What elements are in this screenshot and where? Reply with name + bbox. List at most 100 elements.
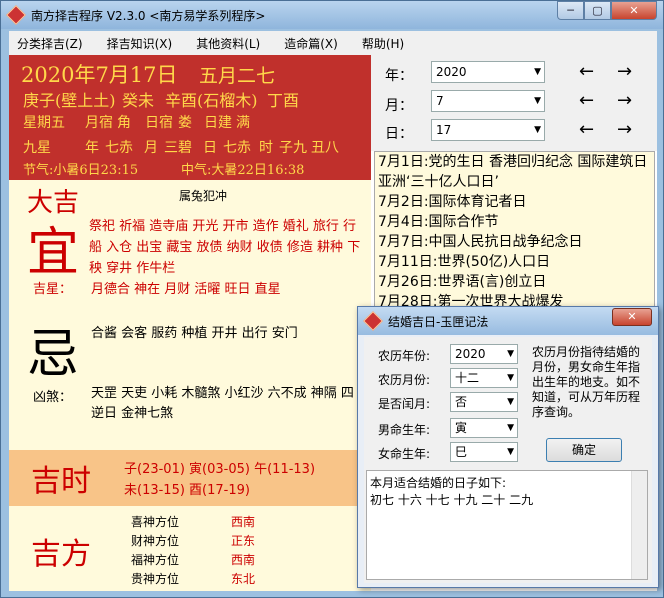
app-icon [6, 5, 26, 25]
year-prev-arrow[interactable]: ← [579, 61, 594, 82]
day-next-arrow[interactable]: → [617, 119, 632, 140]
ganzhi-year: 庚子(壁上土) [23, 91, 116, 110]
lunar-month-value: 十二 [455, 371, 480, 385]
minimize-button[interactable]: ─ [557, 1, 584, 20]
menu-category-select[interactable]: 分类择吉(Z) [9, 35, 91, 52]
male-birth-label: 男命生年: [378, 423, 431, 437]
fushen-label: 福神方位 [131, 553, 180, 567]
lunar-month-label: 农历月份: [378, 373, 431, 387]
solar-date: 2020年7月17日 [21, 63, 178, 87]
month-next-arrow[interactable]: → [617, 90, 632, 111]
list-item: 7月26日:世界语(言)创立日 [378, 274, 547, 290]
month-label: 月： [385, 98, 413, 114]
guishen-label: 贵神方位 [131, 572, 180, 586]
weekday: 星期五 [23, 115, 65, 131]
jieqi: 节气:小暑6日23:15 [23, 163, 139, 178]
chevron-down-icon: ▼ [507, 349, 514, 359]
nine-star-month-label: 月 [144, 140, 158, 156]
ganzhi-month: 癸未 [122, 91, 155, 110]
female-birth-select[interactable]: 巳 ▼ [450, 442, 518, 462]
chevron-down-icon: ▼ [507, 397, 514, 407]
ganzhi-hour: 丁酉 [267, 91, 300, 110]
maximize-button[interactable]: ▢ [584, 1, 611, 20]
yi-char: 宜 [27, 223, 80, 283]
zhongqi: 中气:大暑22日16:38 [181, 163, 305, 178]
jixing-list: 月德合 神在 月财 活曜 旺日 直星 [91, 282, 281, 297]
menu-knowledge[interactable]: 择吉知识(X) [99, 35, 181, 52]
fushen-dir: 西南 [231, 553, 256, 567]
nine-star-month: 三碧 [164, 140, 192, 156]
lunar-year-value: 2020 [455, 347, 486, 361]
title-bar: 南方择吉程序 V2.3.0 <南方易学系列程序> ─ ▢ ✕ [1, 1, 663, 29]
close-button[interactable]: ✕ [611, 1, 657, 20]
month-prev-arrow[interactable]: ← [579, 90, 594, 111]
nine-star-hour-1: 子九 [279, 140, 307, 156]
vertical-scrollbar[interactable] [631, 471, 647, 579]
caishen-label: 财神方位 [131, 534, 180, 548]
menu-bar: 分类择吉(Z) 择吉知识(X) 其他资料(L) 造命篇(X) 帮助(H) [9, 31, 657, 55]
month-select[interactable]: 7 ▼ [431, 90, 545, 112]
menu-other[interactable]: 其他资料(L) [188, 35, 268, 52]
marriage-dialog: 结婚吉日-玉匣记法 ✕ 农历年份: 2020 ▼ 农历月份: 十二 ▼ 是否闰月: … [357, 306, 659, 588]
chevron-down-icon: ▼ [534, 96, 541, 106]
lunar-date: 五月二七 [199, 65, 276, 87]
day-officer: 满 [236, 115, 250, 131]
nine-star-hour-label: 时 [259, 140, 273, 156]
xiongsha-label: 凶煞： [33, 390, 73, 405]
year-select[interactable]: 2020 ▼ [431, 61, 545, 83]
list-item: 亚洲‘三十亿人口日’ [378, 174, 499, 190]
leap-month-label: 是否闰月: [378, 397, 431, 411]
dialog-hint: 农历月份指待结婚的月份，男女命生年指出生年的地支。如不知道，可从万年历程序查询。 [532, 345, 641, 419]
result-line-2: 初七 十六 十七 十九 二十 二九 [370, 493, 534, 507]
chevron-down-icon: ▼ [507, 447, 514, 457]
dialog-close-button[interactable]: ✕ [612, 308, 652, 326]
month-mansion: 角 [117, 115, 131, 131]
nine-star-hour-2: 丑八 [311, 140, 339, 156]
ji-char: 忌 [27, 325, 80, 385]
day-label: 日： [385, 126, 413, 142]
ji-items: 合酱 会客 服药 种植 开井 出行 安门 [91, 326, 298, 341]
list-item: 7月2日:国际体育记者日 [378, 194, 527, 210]
window-title: 南方择吉程序 V2.3.0 <南方易学系列程序> [31, 8, 266, 23]
nine-star-day-label: 日 [203, 140, 217, 156]
ok-button[interactable]: 确定 [546, 438, 622, 462]
chevron-down-icon: ▼ [534, 125, 541, 135]
jifang-label: 吉方 [31, 537, 91, 572]
jishi-line2: 未(13-15) 酉(17-19) [124, 483, 250, 498]
month-mansion-label: 月宿 [85, 115, 113, 131]
list-item: 7月1日:党的生日 香港回归纪念 国际建筑日 [378, 154, 648, 170]
nine-star-year-label: 年 [85, 140, 99, 156]
day-select[interactable]: 17 ▼ [431, 119, 545, 141]
date-selector-panel: 年： 2020 ▼ ← → 月： 7 ▼ ← → 日： 17 ▼ ← → [371, 55, 657, 151]
lunar-month-select[interactable]: 十二 ▼ [450, 368, 518, 388]
year-next-arrow[interactable]: → [617, 61, 632, 82]
day-mansion-label: 日宿 [145, 115, 173, 131]
leap-month-select[interactable]: 否 ▼ [450, 392, 518, 412]
menu-help[interactable]: 帮助(H) [354, 35, 412, 52]
clash-text: 属兔犯冲 [179, 189, 228, 203]
lunar-year-label: 农历年份: [378, 349, 431, 363]
day-value: 17 [436, 123, 452, 137]
yi-items: 祭祀 祈福 造寺庙 开光 开市 造作 婚礼 旅行 行船 入仓 出宝 藏宝 放债 … [89, 219, 361, 276]
dialog-title-bar: 结婚吉日-玉匣记法 ✕ [358, 307, 658, 335]
jixing-label: 吉星： [33, 282, 73, 297]
lunar-year-select[interactable]: 2020 ▼ [450, 344, 518, 364]
chevron-down-icon: ▼ [507, 423, 514, 433]
year-label: 年： [385, 68, 413, 84]
chevron-down-icon: ▼ [507, 373, 514, 383]
result-textarea[interactable]: 本月适合结婚的日子如下: 初七 十六 十七 十九 二十 二九 [366, 470, 648, 580]
caishen-dir: 正东 [231, 534, 256, 548]
xiongsha-list: 天罡 天吏 小耗 木髓煞 小红沙 六不成 神隔 四逆日 金神七煞 [91, 386, 354, 421]
nine-star-label: 九星 [23, 140, 51, 156]
list-item: 7月11日:世界(50亿)人口日 [378, 254, 551, 270]
day-prev-arrow[interactable]: ← [579, 119, 594, 140]
menu-fate[interactable]: 造命篇(X) [276, 35, 346, 52]
male-birth-select[interactable]: 寅 ▼ [450, 418, 518, 438]
ganzhi-day: 辛酉(石榴木) [165, 91, 258, 110]
events-list[interactable]: 7月1日:党的生日 香港回归纪念 国际建筑日 亚洲‘三十亿人口日’ 7月2日:国… [374, 151, 655, 311]
leap-month-value: 否 [455, 395, 468, 409]
day-mansion: 娄 [178, 115, 192, 131]
jishi-label: 吉时 [31, 464, 91, 499]
guishen-dir: 东北 [231, 572, 256, 586]
month-value: 7 [436, 94, 444, 108]
